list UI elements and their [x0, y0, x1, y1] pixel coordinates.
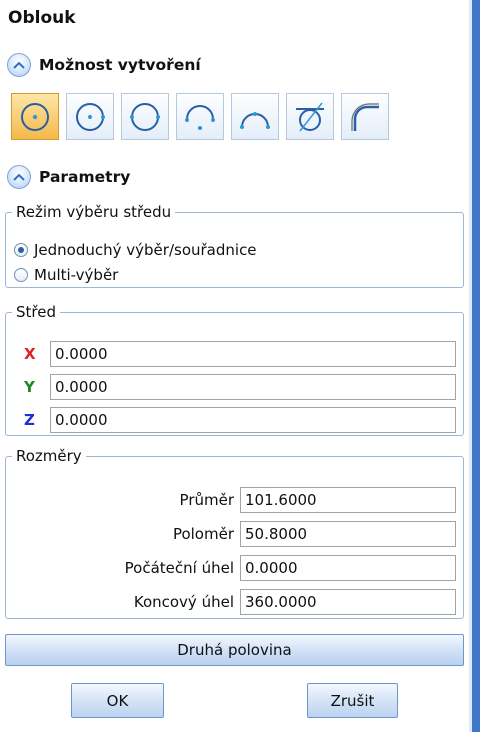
y-axis-label: Y [24, 378, 35, 396]
start-angle-label: Počáteční úhel [124, 559, 234, 577]
diameter-label: Průměr [179, 491, 234, 509]
start-angle-input[interactable]: 0.0000 [240, 555, 456, 581]
panel-title: Oblouk [8, 8, 76, 28]
creation-options-header[interactable]: Možnost vytvoření [7, 53, 201, 77]
z-axis-label: Z [24, 411, 35, 429]
creation-options-title: Možnost vytvoření [39, 56, 201, 74]
end-angle-row: Koncový úhel 360.0000 [6, 589, 456, 615]
arc-two-points-button[interactable] [121, 93, 169, 140]
arc-two-points-icon [130, 102, 160, 131]
diameter-row: Průměr 101.6000 [6, 487, 456, 513]
center-mode-legend: Režim výběru středu [16, 203, 172, 221]
collapse-parameters-button[interactable] [7, 165, 31, 189]
chevron-up-icon [13, 61, 25, 69]
arc-center-radius-icon [76, 102, 105, 131]
parameters-header[interactable]: Parametry [7, 165, 130, 189]
center-y-row: Y 0.0000 [12, 374, 456, 400]
radius-input[interactable]: 50.8000 [240, 521, 456, 547]
center-x-row: X 0.0000 [12, 341, 456, 367]
arc-center-point-icon [21, 102, 49, 131]
arc-center-point-button[interactable] [11, 93, 59, 140]
center-group: Střed X 0.0000 Y 0.0000 Z 0.0000 [5, 303, 464, 436]
center-legend: Střed [16, 303, 56, 321]
creation-toolbar [11, 93, 389, 140]
panel-scrollbar[interactable] [472, 0, 480, 732]
diameter-input[interactable]: 101.6000 [240, 487, 456, 513]
x-axis-label: X [24, 345, 36, 363]
end-angle-label: Koncový úhel [133, 593, 234, 611]
arc-tangent-button[interactable] [286, 93, 334, 140]
arc-start-end-button[interactable] [231, 93, 279, 140]
ok-button[interactable]: OK [71, 683, 164, 718]
chevron-up-icon [13, 173, 25, 181]
parameters-title: Parametry [39, 168, 131, 186]
radio-multi-selection[interactable]: Multi-výběr [14, 266, 118, 284]
radio-button-unchecked[interactable] [14, 268, 28, 282]
center-mode-group: Režim výběru středu Jednoduchý výběr/sou… [5, 203, 464, 288]
radio-multi-label: Multi-výběr [34, 266, 119, 284]
arc-fillet-icon [351, 102, 379, 131]
radius-row: Poloměr 50.8000 [6, 521, 456, 547]
second-half-button[interactable]: Druhá polovina [5, 634, 464, 666]
arc-three-points-icon [185, 104, 215, 130]
dimensions-legend: Rozměry [16, 447, 82, 465]
radio-simple-label: Jednoduchý výběr/souřadnice [34, 241, 257, 259]
dimensions-group: Rozměry Průměr 101.6000 Poloměr 50.8000 … [5, 447, 464, 619]
arc-fillet-button[interactable] [341, 93, 389, 140]
center-y-input[interactable]: 0.0000 [50, 374, 456, 400]
arc-three-points-button[interactable] [176, 93, 224, 140]
radio-simple-selection[interactable]: Jednoduchý výběr/souřadnice [14, 241, 257, 259]
arc-start-end-icon [240, 111, 270, 129]
arc-tangent-icon [296, 102, 324, 131]
arc-center-radius-button[interactable] [66, 93, 114, 140]
center-z-row: Z 0.0000 [12, 407, 456, 433]
center-x-input[interactable]: 0.0000 [50, 341, 456, 367]
radius-label: Poloměr [172, 525, 234, 543]
radio-button-checked[interactable] [14, 243, 28, 257]
cancel-button[interactable]: Zrušit [307, 683, 398, 718]
collapse-creation-button[interactable] [7, 53, 31, 77]
start-angle-row: Počáteční úhel 0.0000 [6, 555, 456, 581]
center-z-input[interactable]: 0.0000 [50, 407, 456, 433]
end-angle-input[interactable]: 360.0000 [240, 589, 456, 615]
